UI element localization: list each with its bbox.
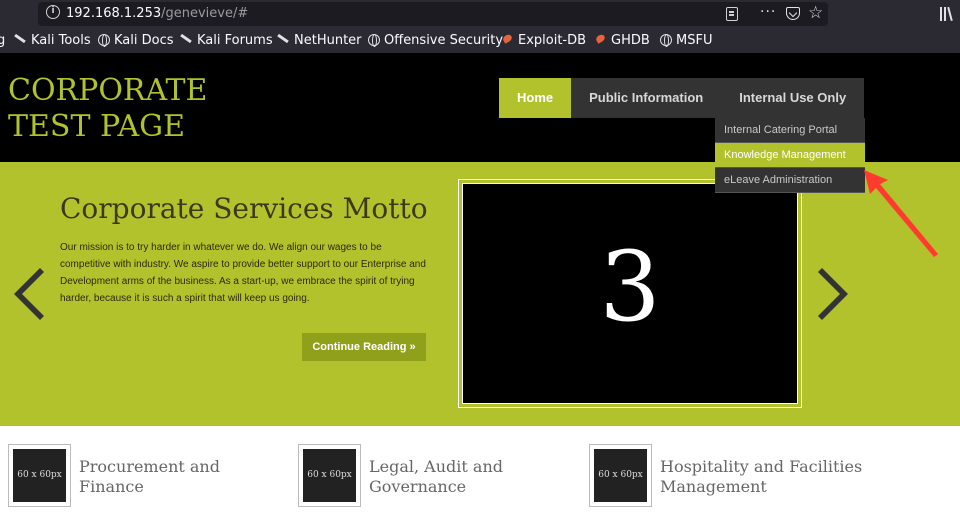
hero-title: Corporate Services Motto xyxy=(60,192,428,225)
bookmark-ghdb[interactable]: GHDB xyxy=(594,33,650,48)
bookmark-nethunter[interactable]: NetHunter xyxy=(277,33,362,48)
exploit-db-icon xyxy=(594,33,607,44)
bookmark-label: Offensive Security xyxy=(384,33,504,48)
nav-home[interactable]: Home xyxy=(499,78,572,118)
thumbnail-placeholder: 60 x 60px xyxy=(303,449,356,502)
site-info-icon[interactable]: i xyxy=(46,5,60,19)
url-host: 192.168.1.253 xyxy=(66,6,162,21)
slide-frame: 3 xyxy=(458,179,802,408)
features-row: 60 x 60px Procurement and Finance 60 x 6… xyxy=(0,426,960,515)
page-actions-icon[interactable]: ··· xyxy=(760,4,776,20)
annotation-arrow-icon xyxy=(864,170,938,257)
bookmark-label: MSFU xyxy=(676,33,713,48)
reader-view-icon[interactable] xyxy=(726,7,738,21)
bookmark-msfu[interactable]: MSFU xyxy=(660,33,712,48)
globe-icon xyxy=(368,33,380,47)
bookmark-fragment[interactable]: g xyxy=(0,33,5,48)
internal-use-dropdown: Internal Catering Portal Knowledge Manag… xyxy=(715,118,865,193)
globe-icon xyxy=(660,33,672,47)
nav-internal-use-only[interactable]: Internal Use Only xyxy=(721,78,865,118)
bookmark-exploit-db[interactable]: Exploit-DB xyxy=(501,33,587,48)
carousel-next-icon[interactable] xyxy=(816,266,852,322)
feature-title[interactable]: Hospitality and Facilities Management xyxy=(660,457,870,497)
bookmark-label: Kali Forums xyxy=(197,33,273,48)
feature-thumbnail: 60 x 60px xyxy=(298,444,361,507)
logo-line-1: CORPORATE xyxy=(8,73,208,108)
bookmark-kali-forums[interactable]: Kali Forums xyxy=(180,33,273,48)
kali-dragon-icon xyxy=(14,33,26,44)
bookmark-label: GHDB xyxy=(611,33,650,48)
feature-title[interactable]: Legal, Audit and Governance xyxy=(369,457,519,497)
continue-reading-button[interactable]: Continue Reading » xyxy=(302,333,426,361)
globe-icon xyxy=(98,33,110,47)
kali-dragon-icon xyxy=(180,33,192,44)
bookmark-label: Kali Tools xyxy=(31,33,91,48)
slide-number: 3 xyxy=(599,231,661,343)
carousel-prev-icon[interactable] xyxy=(10,266,46,322)
hero-carousel: Corporate Services Motto Our mission is … xyxy=(0,162,960,426)
bookmarks-toolbar: g Kali Tools Kali Docs Kali Forums NetHu… xyxy=(0,30,960,53)
bookmark-kali-tools[interactable]: Kali Tools xyxy=(14,33,91,48)
bookmark-kali-docs[interactable]: Kali Docs xyxy=(98,33,174,48)
dropdown-item-catering-portal[interactable]: Internal Catering Portal xyxy=(715,118,865,143)
url-text[interactable]: 192.168.1.253/genevieve/# xyxy=(66,6,248,21)
feature-thumbnail: 60 x 60px xyxy=(589,444,652,507)
dropdown-item-knowledge-management[interactable]: Knowledge Management xyxy=(715,143,865,168)
hero-body: Our mission is to try harder in whatever… xyxy=(60,242,426,304)
bookmark-offensive-security[interactable]: Offensive Security xyxy=(368,33,503,48)
url-path: /genevieve/# xyxy=(161,6,249,21)
logo-line-2: TEST PAGE xyxy=(8,109,185,144)
library-icon[interactable] xyxy=(940,7,956,21)
bookmark-label: Kali Docs xyxy=(114,33,174,48)
thumbnail-placeholder: 60 x 60px xyxy=(13,449,66,502)
slide-image: 3 xyxy=(462,183,798,404)
bookmark-label: NetHunter xyxy=(294,33,362,48)
exploit-db-icon xyxy=(501,33,514,44)
nav-public-information[interactable]: Public Information xyxy=(571,78,722,118)
dropdown-item-eleave-administration[interactable]: eLeave Administration xyxy=(715,168,865,193)
browser-toolbar: i 192.168.1.253/genevieve/# ··· ☆ xyxy=(0,0,960,30)
kali-dragon-icon xyxy=(277,33,289,44)
feature-title[interactable]: Procurement and Finance xyxy=(79,457,279,497)
site-logo[interactable]: CORPORATE TEST PAGE xyxy=(8,73,207,145)
feature-thumbnail: 60 x 60px xyxy=(8,444,71,507)
bookmark-label: Exploit-DB xyxy=(518,33,587,48)
main-nav: Home Public Information Internal Use Onl… xyxy=(499,78,865,118)
bookmark-star-icon[interactable]: ☆ xyxy=(808,3,823,23)
thumbnail-placeholder: 60 x 60px xyxy=(594,449,647,502)
